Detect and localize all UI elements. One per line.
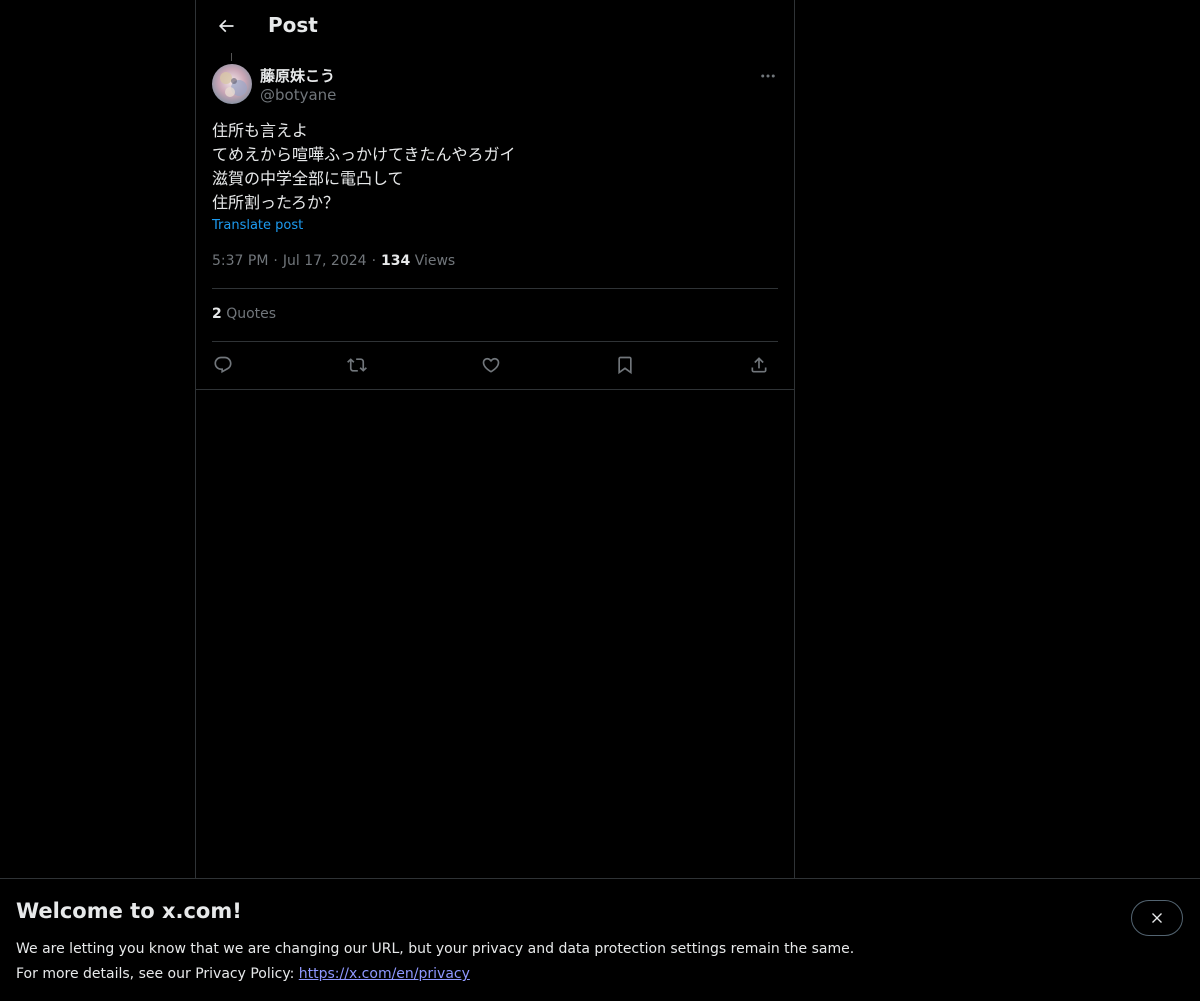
quotes-count: 2 xyxy=(212,306,222,322)
thread-line xyxy=(231,53,232,61)
share-icon xyxy=(751,357,767,373)
divider xyxy=(212,288,778,289)
arrow-left-icon xyxy=(218,19,234,33)
banner-line-2-prefix: For more details, see our Privacy Policy… xyxy=(16,966,299,982)
more-dots-icon xyxy=(761,74,775,78)
page-title: Post xyxy=(268,13,318,37)
reply-button[interactable] xyxy=(210,352,236,378)
post-time[interactable]: 5:37 PM xyxy=(212,253,268,269)
reply-icon xyxy=(214,356,232,374)
page-header: Post xyxy=(196,0,794,53)
translate-post-link[interactable]: Translate post xyxy=(212,218,303,233)
post-text-line: 住所割ったろか？ xyxy=(212,193,340,212)
action-bar xyxy=(212,352,778,378)
repost-icon xyxy=(347,358,367,372)
author-handle[interactable]: @botyane xyxy=(260,86,336,104)
like-button[interactable] xyxy=(478,352,504,378)
post-text: 住所も言えよ てめえから喧嘩ふっかけてきたんやろガイ 滋賀の中学全部に電凸して … xyxy=(212,119,772,215)
share-button[interactable] xyxy=(746,352,772,378)
back-button[interactable] xyxy=(208,8,244,44)
post-text-line: 住所も言えよ xyxy=(212,121,309,140)
quotes-link[interactable]: 2 Quotes xyxy=(212,306,276,322)
repost-button[interactable] xyxy=(344,352,370,378)
banner-text: We are letting you know that we are chan… xyxy=(16,937,854,987)
close-icon xyxy=(1152,913,1162,923)
bookmark-icon xyxy=(618,356,632,375)
quotes-label: Quotes xyxy=(226,306,277,322)
post-text-line: 滋賀の中学全部に電凸して xyxy=(212,169,404,188)
bookmark-button[interactable] xyxy=(612,352,638,378)
post-text-line: てめえから喧嘩ふっかけてきたんやろガイ xyxy=(212,145,516,164)
avatar[interactable] xyxy=(212,64,252,104)
post-meta: 5:37 PM · Jul 17, 2024 · 134 Views xyxy=(212,253,456,269)
post-date[interactable]: Jul 17, 2024 xyxy=(283,253,367,269)
author-name[interactable]: 藤原妹こう xyxy=(260,65,335,86)
divider xyxy=(212,341,778,342)
views-count: 134 xyxy=(381,253,411,269)
more-options-button[interactable] xyxy=(754,62,782,90)
welcome-banner: Welcome to x.com! We are letting you kno… xyxy=(0,878,1200,1001)
banner-line-2: For more details, see our Privacy Policy… xyxy=(16,962,854,987)
main-column: Post 藤原妹こう @botyane 住所も言えよ てめえから喧嘩ふっかけてき… xyxy=(195,0,795,878)
like-icon xyxy=(482,357,500,373)
views-label: Views xyxy=(414,253,456,269)
banner-title: Welcome to x.com! xyxy=(16,899,242,923)
privacy-policy-link[interactable]: https://x.com/en/privacy xyxy=(299,966,470,982)
divider xyxy=(196,389,794,390)
close-banner-button[interactable] xyxy=(1131,900,1183,936)
banner-line-1: We are letting you know that we are chan… xyxy=(16,941,855,957)
